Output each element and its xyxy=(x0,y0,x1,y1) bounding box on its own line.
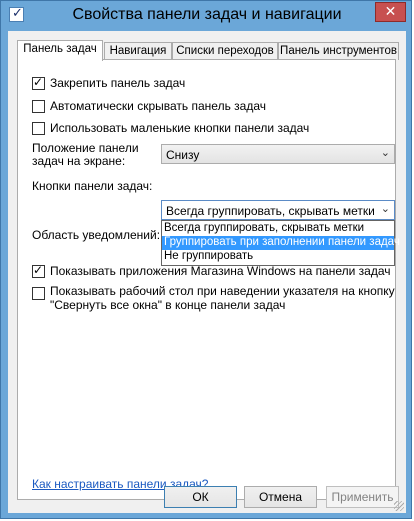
auto-hide-checkbox[interactable] xyxy=(32,100,45,113)
tab-taskbar[interactable]: Панель задач xyxy=(17,40,103,61)
ok-button[interactable]: ОК xyxy=(164,486,237,508)
taskbar-position-select[interactable]: Снизу ⌄ xyxy=(161,144,395,164)
apply-button[interactable]: Применить xyxy=(326,486,399,508)
auto-hide-label[interactable]: Автоматически скрывать панель задач xyxy=(50,99,266,113)
notification-area-label: Область уведомлений: xyxy=(32,228,161,242)
small-buttons-checkbox[interactable] xyxy=(32,122,45,135)
taskbar-buttons-select[interactable]: Всегда группировать, скрывать метки ⌄ xyxy=(161,200,395,220)
tab-navigation[interactable]: Навигация xyxy=(104,42,172,60)
dropdown-option-never-combine[interactable]: Не группировать xyxy=(162,250,394,264)
title-bar[interactable]: ✓ Свойства панели задач и навигации ✕ xyxy=(1,1,413,31)
peek-desktop-label-line1[interactable]: Показывать рабочий стол при наведении ук… xyxy=(50,284,395,298)
window-title: Свойства панели задач и навигации xyxy=(72,6,342,23)
dropdown-option-combine-when-full[interactable]: Группировать при заполнении панели задач xyxy=(162,236,400,250)
close-button[interactable]: ✕ xyxy=(375,2,406,22)
cancel-button[interactable]: Отмена xyxy=(244,486,317,508)
peek-desktop-label-line2[interactable]: "Свернуть все окна" в конце панели задач xyxy=(50,298,285,312)
taskbar-position-value: Снизу xyxy=(166,148,200,162)
checkmark-icon: ✓ xyxy=(33,75,44,89)
taskbar-position-label-line2: задач на экране: xyxy=(32,154,126,168)
taskbar-buttons-dropdown: Всегда группировать, скрывать метки Груп… xyxy=(161,220,400,266)
store-apps-checkbox[interactable]: ✓ xyxy=(32,263,45,278)
checkmark-icon: ✓ xyxy=(33,263,44,277)
tab-jump-lists[interactable]: Списки переходов xyxy=(172,42,278,60)
dialog-client-area: Панель задач Навигация Списки переходов … xyxy=(8,31,406,513)
dropdown-option-always-combine[interactable]: Всегда группировать, скрывать метки xyxy=(162,222,394,236)
peek-desktop-checkbox[interactable] xyxy=(32,287,45,300)
tab-toolbars[interactable]: Панель инструментов xyxy=(278,42,399,60)
taskbar-buttons-value: Всегда группировать, скрывать метки xyxy=(166,204,375,218)
resize-grip-icon[interactable] xyxy=(394,501,404,511)
taskbar-buttons-label: Кнопки панели задач: xyxy=(32,179,153,193)
store-apps-label[interactable]: Показывать приложения Магазина Windows н… xyxy=(50,264,391,278)
lock-taskbar-label[interactable]: Закрепить панель задач xyxy=(50,76,185,90)
taskbar-tab-panel: ✓ Закрепить панель задач Автоматически с… xyxy=(17,59,400,500)
chevron-down-icon: ⌄ xyxy=(380,146,390,159)
chevron-down-icon: ⌄ xyxy=(380,202,390,215)
taskbar-position-label-line1: Положение панели xyxy=(32,141,139,155)
lock-taskbar-checkbox[interactable]: ✓ xyxy=(32,75,45,90)
properties-window: ✓ Свойства панели задач и навигации ✕ Па… xyxy=(0,0,412,519)
small-buttons-label[interactable]: Использовать маленькие кнопки панели зад… xyxy=(50,121,309,135)
